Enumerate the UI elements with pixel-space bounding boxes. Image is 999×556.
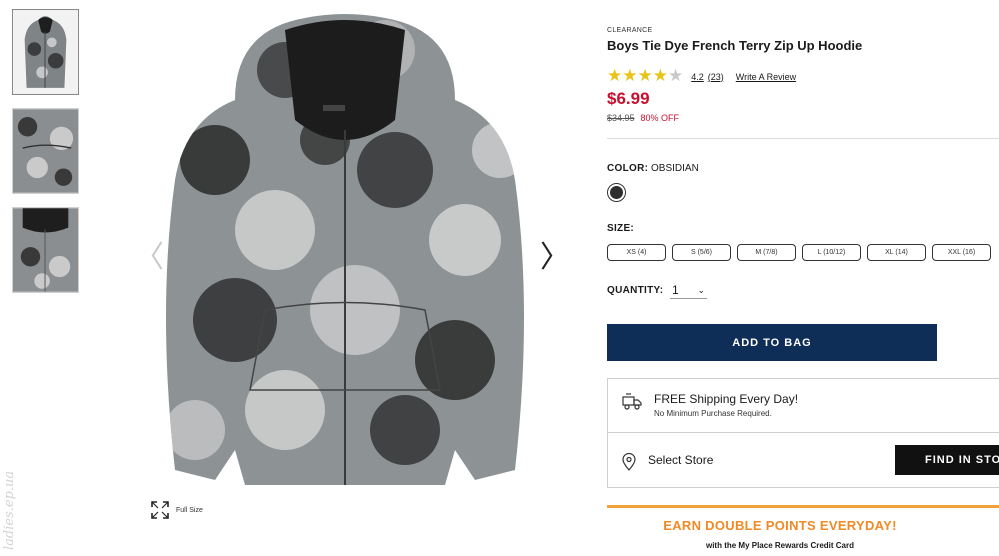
divider	[607, 138, 999, 139]
star-icon: ★	[622, 66, 638, 86]
next-image-arrow[interactable]: 〉	[540, 232, 570, 276]
truck-icon	[622, 393, 642, 410]
star-rating: ★ ★ ★ ★ ★	[607, 68, 683, 85]
size-option-xl[interactable]: XL (14)	[867, 244, 926, 261]
write-review-link[interactable]: Write A Review	[736, 72, 796, 82]
original-price: $34.95	[607, 113, 635, 123]
product-main-image	[155, 10, 535, 490]
thumbnail-front[interactable]	[12, 9, 79, 95]
star-icon: ★	[607, 66, 623, 86]
color-swatch-obsidian[interactable]	[607, 183, 626, 202]
fulfillment-box: FREE Shipping Every Day! No Minimum Purc…	[607, 378, 999, 488]
size-option-s[interactable]: S (5/6)	[672, 244, 731, 261]
clearance-badge: CLEARANCE	[607, 27, 653, 34]
full-size-label: Full Size	[176, 506, 203, 514]
quantity-value: 1	[672, 283, 679, 297]
size-option-xs[interactable]: XS (4)	[607, 244, 666, 261]
thumbnail-pocket[interactable]	[12, 108, 79, 194]
promo-subline: with the My Place Rewards Credit Card	[705, 541, 855, 550]
review-count[interactable]: (23)	[708, 72, 724, 82]
hoodie-image	[166, 14, 524, 485]
price-comparison: $34.95 80% OFF	[607, 113, 679, 123]
chevron-down-icon: ⌄	[697, 284, 705, 295]
hoodie-collar-thumbnail-image	[13, 208, 78, 292]
promo-headline: EARN DOUBLE POINTS EVERYDAY!	[663, 518, 897, 533]
full-size-button[interactable]: Full Size	[150, 500, 203, 520]
quantity-label: QUANTITY:	[607, 285, 664, 296]
location-pin-icon	[622, 453, 636, 471]
hoodie-thumbnail-image	[13, 10, 78, 94]
promo-divider	[607, 505, 999, 508]
rating-row: ★ ★ ★ ★ ★ 4.2 (23) Write A Review	[607, 68, 796, 85]
size-option-m[interactable]: M (7/8)	[737, 244, 796, 261]
rating-value[interactable]: 4.2	[691, 72, 704, 82]
sale-price: $6.99	[607, 89, 650, 108]
product-title: Boys Tie Dye French Terry Zip Up Hoodie	[607, 38, 863, 53]
color-label-title: COLOR:	[607, 163, 649, 174]
discount-label: 80% OFF	[640, 113, 680, 123]
select-store-link[interactable]: Select Store	[648, 453, 713, 467]
size-options: XS (4) S (5/6) M (7/8) L (10/12) XL (14)…	[607, 244, 991, 261]
swatch-fill	[610, 186, 623, 199]
color-label: COLOR: OBSIDIAN	[607, 163, 699, 174]
expand-icon	[151, 501, 169, 519]
star-icon: ★	[637, 66, 653, 86]
previous-image-arrow[interactable]: 〈	[134, 232, 164, 276]
shipping-row: FREE Shipping Every Day! No Minimum Purc…	[608, 379, 999, 433]
free-shipping-subtitle: No Minimum Purchase Required.	[654, 409, 772, 418]
find-in-store-button[interactable]: FIND IN STORE	[895, 445, 999, 475]
add-to-bag-button[interactable]: ADD TO BAG	[607, 324, 937, 361]
size-option-xxl[interactable]: XXL (16)	[932, 244, 991, 261]
watermark: ladies.ep.ua	[2, 470, 17, 550]
thumbnail-collar[interactable]	[12, 207, 79, 293]
quantity-select[interactable]: 1 ⌄	[670, 282, 707, 299]
size-option-l[interactable]: L (10/12)	[802, 244, 861, 261]
color-value: OBSIDIAN	[651, 163, 699, 174]
free-shipping-title: FREE Shipping Every Day!	[654, 392, 799, 406]
size-label: SIZE:	[607, 223, 635, 234]
hoodie-pocket-thumbnail-image	[13, 109, 78, 193]
star-empty-icon: ★	[668, 66, 684, 86]
star-icon: ★	[652, 66, 668, 86]
